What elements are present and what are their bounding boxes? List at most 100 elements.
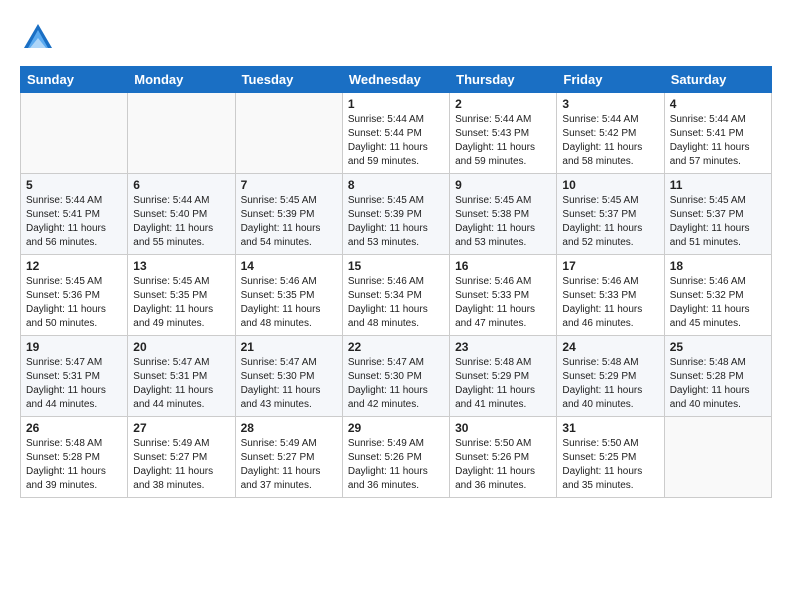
calendar-cell: 4 Sunrise: 5:44 AM Sunset: 5:41 PM Daylig…: [664, 93, 771, 174]
calendar-cell: 16 Sunrise: 5:46 AM Sunset: 5:33 PM Dayli…: [450, 255, 557, 336]
logo: [20, 20, 62, 56]
day-number: 28: [241, 421, 337, 435]
weekday-header-wednesday: Wednesday: [342, 67, 449, 93]
calendar-cell: 18 Sunrise: 5:46 AM Sunset: 5:32 PM Dayli…: [664, 255, 771, 336]
day-detail: Sunrise: 5:45 AM Sunset: 5:38 PM Dayligh…: [455, 194, 551, 250]
weekday-header-monday: Monday: [128, 67, 235, 93]
day-number: 27: [133, 421, 229, 435]
calendar-cell: 21 Sunrise: 5:47 AM Sunset: 5:30 PM Dayli…: [235, 336, 342, 417]
calendar-cell: 29Sunrise: 5:49 AM Sunset: 5:26 PM Dayli…: [342, 417, 449, 498]
calendar-cell: 28 Sunrise: 5:49 AM Sunset: 5:27 PM Dayli…: [235, 417, 342, 498]
day-detail: Sunrise: 5:47 AM Sunset: 5:30 PM Dayligh…: [241, 356, 337, 412]
day-detail: Sunrise: 5:47 AM Sunset: 5:31 PM Dayligh…: [133, 356, 229, 412]
calendar-cell: 5 Sunrise: 5:44 AM Sunset: 5:41 PM Daylig…: [21, 174, 128, 255]
day-detail: Sunrise: 5:50 AM Sunset: 5:25 PM Dayligh…: [562, 437, 658, 493]
calendar-cell: 12 Sunrise: 5:45 AM Sunset: 5:36 PM Dayli…: [21, 255, 128, 336]
calendar-cell: 23 Sunrise: 5:48 AM Sunset: 5:29 PM Dayli…: [450, 336, 557, 417]
day-number: 4: [670, 97, 766, 111]
week-row-5: 26 Sunrise: 5:48 AM Sunset: 5:28 PM Dayli…: [21, 417, 772, 498]
calendar-cell: 24 Sunrise: 5:48 AM Sunset: 5:29 PM Dayli…: [557, 336, 664, 417]
day-number: 7: [241, 178, 337, 192]
calendar-cell: 15Sunrise: 5:46 AM Sunset: 5:34 PM Dayli…: [342, 255, 449, 336]
day-number: 3: [562, 97, 658, 111]
day-detail: Sunrise: 5:50 AM Sunset: 5:26 PM Dayligh…: [455, 437, 551, 493]
calendar-cell: 26 Sunrise: 5:48 AM Sunset: 5:28 PM Dayli…: [21, 417, 128, 498]
calendar-cell: [128, 93, 235, 174]
calendar-cell: 25 Sunrise: 5:48 AM Sunset: 5:28 PM Dayli…: [664, 336, 771, 417]
day-number: 8: [348, 178, 444, 192]
weekday-header-friday: Friday: [557, 67, 664, 93]
day-detail: Sunrise: 5:46 AM Sunset: 5:35 PM Dayligh…: [241, 275, 337, 331]
day-number: 22: [348, 340, 444, 354]
day-number: 21: [241, 340, 337, 354]
day-detail: Sunrise: 5:49 AM Sunset: 5:27 PM Dayligh…: [241, 437, 337, 493]
day-number: 15: [348, 259, 444, 273]
day-detail: Sunrise: 5:44 AM Sunset: 5:41 PM Dayligh…: [26, 194, 122, 250]
day-detail: Sunrise: 5:47 AM Sunset: 5:31 PM Dayligh…: [26, 356, 122, 412]
calendar-cell: 3 Sunrise: 5:44 AM Sunset: 5:42 PM Daylig…: [557, 93, 664, 174]
weekday-header-sunday: Sunday: [21, 67, 128, 93]
calendar-cell: 10 Sunrise: 5:45 AM Sunset: 5:37 PM Dayli…: [557, 174, 664, 255]
day-detail: Sunrise: 5:44 AM Sunset: 5:42 PM Dayligh…: [562, 113, 658, 169]
week-row-2: 5 Sunrise: 5:44 AM Sunset: 5:41 PM Daylig…: [21, 174, 772, 255]
calendar-cell: 14 Sunrise: 5:46 AM Sunset: 5:35 PM Dayli…: [235, 255, 342, 336]
weekday-header-row: SundayMondayTuesdayWednesdayThursdayFrid…: [21, 67, 772, 93]
day-number: 5: [26, 178, 122, 192]
calendar-cell: 13Sunrise: 5:45 AM Sunset: 5:35 PM Dayli…: [128, 255, 235, 336]
weekday-header-thursday: Thursday: [450, 67, 557, 93]
calendar-cell: [235, 93, 342, 174]
calendar-cell: 7 Sunrise: 5:45 AM Sunset: 5:39 PM Daylig…: [235, 174, 342, 255]
day-number: 14: [241, 259, 337, 273]
day-number: 29: [348, 421, 444, 435]
day-number: 18: [670, 259, 766, 273]
day-number: 10: [562, 178, 658, 192]
day-detail: Sunrise: 5:46 AM Sunset: 5:33 PM Dayligh…: [455, 275, 551, 331]
week-row-4: 19 Sunrise: 5:47 AM Sunset: 5:31 PM Dayli…: [21, 336, 772, 417]
header: [20, 20, 772, 56]
day-number: 31: [562, 421, 658, 435]
day-number: 23: [455, 340, 551, 354]
day-detail: Sunrise: 5:45 AM Sunset: 5:35 PM Dayligh…: [133, 275, 229, 331]
day-number: 17: [562, 259, 658, 273]
week-row-1: 1Sunrise: 5:44 AM Sunset: 5:44 PM Daylig…: [21, 93, 772, 174]
logo-icon: [20, 20, 56, 56]
day-number: 25: [670, 340, 766, 354]
day-detail: Sunrise: 5:49 AM Sunset: 5:27 PM Dayligh…: [133, 437, 229, 493]
day-detail: Sunrise: 5:44 AM Sunset: 5:41 PM Dayligh…: [670, 113, 766, 169]
day-number: 1: [348, 97, 444, 111]
day-number: 24: [562, 340, 658, 354]
day-number: 12: [26, 259, 122, 273]
day-detail: Sunrise: 5:48 AM Sunset: 5:29 PM Dayligh…: [455, 356, 551, 412]
calendar: SundayMondayTuesdayWednesdayThursdayFrid…: [20, 66, 772, 498]
day-number: 19: [26, 340, 122, 354]
calendar-cell: 19 Sunrise: 5:47 AM Sunset: 5:31 PM Dayli…: [21, 336, 128, 417]
calendar-cell: [664, 417, 771, 498]
day-number: 30: [455, 421, 551, 435]
day-number: 9: [455, 178, 551, 192]
calendar-cell: 9 Sunrise: 5:45 AM Sunset: 5:38 PM Daylig…: [450, 174, 557, 255]
day-detail: Sunrise: 5:45 AM Sunset: 5:39 PM Dayligh…: [241, 194, 337, 250]
calendar-cell: 2 Sunrise: 5:44 AM Sunset: 5:43 PM Daylig…: [450, 93, 557, 174]
day-detail: Sunrise: 5:44 AM Sunset: 5:40 PM Dayligh…: [133, 194, 229, 250]
week-row-3: 12 Sunrise: 5:45 AM Sunset: 5:36 PM Dayli…: [21, 255, 772, 336]
day-detail: Sunrise: 5:47 AM Sunset: 5:30 PM Dayligh…: [348, 356, 444, 412]
day-detail: Sunrise: 5:48 AM Sunset: 5:29 PM Dayligh…: [562, 356, 658, 412]
day-number: 6: [133, 178, 229, 192]
day-detail: Sunrise: 5:48 AM Sunset: 5:28 PM Dayligh…: [670, 356, 766, 412]
day-number: 16: [455, 259, 551, 273]
day-number: 2: [455, 97, 551, 111]
day-detail: Sunrise: 5:48 AM Sunset: 5:28 PM Dayligh…: [26, 437, 122, 493]
day-detail: Sunrise: 5:46 AM Sunset: 5:32 PM Dayligh…: [670, 275, 766, 331]
day-number: 26: [26, 421, 122, 435]
day-detail: Sunrise: 5:46 AM Sunset: 5:33 PM Dayligh…: [562, 275, 658, 331]
day-detail: Sunrise: 5:44 AM Sunset: 5:43 PM Dayligh…: [455, 113, 551, 169]
calendar-cell: [21, 93, 128, 174]
day-detail: Sunrise: 5:45 AM Sunset: 5:39 PM Dayligh…: [348, 194, 444, 250]
calendar-cell: 8 Sunrise: 5:45 AM Sunset: 5:39 PM Daylig…: [342, 174, 449, 255]
day-detail: Sunrise: 5:45 AM Sunset: 5:36 PM Dayligh…: [26, 275, 122, 331]
weekday-header-tuesday: Tuesday: [235, 67, 342, 93]
day-detail: Sunrise: 5:45 AM Sunset: 5:37 PM Dayligh…: [562, 194, 658, 250]
calendar-cell: 1Sunrise: 5:44 AM Sunset: 5:44 PM Daylig…: [342, 93, 449, 174]
calendar-cell: 31 Sunrise: 5:50 AM Sunset: 5:25 PM Dayli…: [557, 417, 664, 498]
calendar-cell: 6 Sunrise: 5:44 AM Sunset: 5:40 PM Daylig…: [128, 174, 235, 255]
